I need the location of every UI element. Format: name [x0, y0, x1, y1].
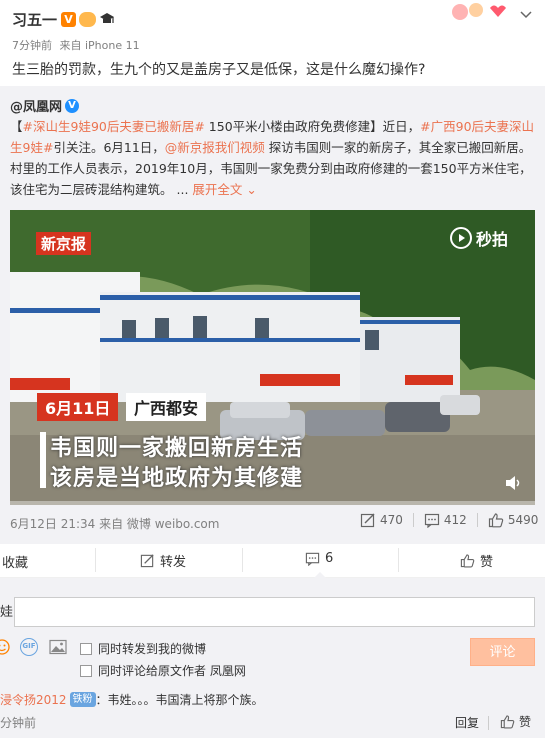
repost-comment-stat[interactable]: 412 — [424, 512, 467, 528]
repost-author-name[interactable]: @凤凰网 — [10, 96, 62, 115]
thumbs-up-icon — [460, 554, 475, 568]
repost-text-1: 150平米小楼由政府免费修建】近日， — [204, 119, 421, 134]
author-name[interactable]: 习五一 — [12, 9, 57, 30]
repost-forward-stat[interactable]: 470 — [360, 512, 403, 528]
graduation-cap-icon — [99, 12, 115, 26]
vip-icon — [79, 11, 97, 27]
option-comment-to-author[interactable]: 同时评论给原文作者 凤凰网 — [80, 662, 246, 679]
expand-full-text-link[interactable]: 展开全文 ⌄ — [192, 182, 256, 197]
forward-icon — [360, 513, 375, 528]
user-avatar-label: 娃 — [0, 605, 14, 620]
emoji-icon[interactable] — [0, 639, 10, 655]
comment-like-button[interactable]: 赞 — [500, 713, 531, 730]
comment-input[interactable] — [14, 597, 535, 627]
chevron-down-small-icon: ⌄ — [246, 182, 257, 197]
video-player[interactable]: 新京报 秒拍 6月11日 广西都安 韦国则一家搬回新房生活 该房是当地政府为其修… — [10, 210, 535, 505]
submit-comment-button[interactable]: 评论 — [470, 638, 535, 666]
place-tag: 广西都安 — [126, 393, 207, 421]
post-text: 生三胎的罚款，生九个的又是盖房子又是低保，这是什么魔幻操作? — [12, 62, 426, 78]
comment-time: 分钟前 — [0, 716, 37, 730]
thumbs-up-icon — [500, 715, 515, 729]
comment-icon — [424, 513, 440, 528]
date-tag: 6月11日 — [37, 393, 119, 421]
action-divider — [95, 548, 96, 572]
post-source: 来自 iPhone 11 — [59, 39, 140, 52]
play-circle-icon — [450, 227, 472, 249]
forward-button[interactable]: 转发 — [140, 551, 186, 570]
platform-name: 秒拍 — [476, 230, 509, 249]
video-progress-bar[interactable] — [10, 501, 535, 505]
volume-icon[interactable] — [504, 475, 522, 491]
repost-text-2: 引关注。6月11日， — [53, 140, 165, 155]
subtitle-line-2: 该房是当地政府为其修建 — [50, 466, 304, 491]
action-divider — [242, 548, 243, 572]
subtitle-line-1: 韦国则一家搬回新房生活 — [50, 436, 304, 461]
post-time[interactable]: 7分钟前 — [12, 39, 52, 52]
comment-action-divider — [488, 716, 489, 730]
ellipsis: ... — [176, 182, 189, 197]
repost-meta[interactable]: 6月12日 21:34 来自 微博 weibo.com — [10, 515, 219, 532]
comment-button[interactable]: 6 — [305, 551, 333, 566]
comment-reply-button[interactable]: 回复 — [455, 714, 479, 731]
decorative-sticker — [440, 0, 506, 24]
gif-icon[interactable]: GIF — [20, 638, 38, 656]
image-icon[interactable] — [49, 639, 67, 655]
favorite-button[interactable]: 收藏 — [2, 552, 28, 571]
option-forward-to-weibo[interactable]: 同时转发到我的微博 — [80, 640, 206, 657]
platform-logo: 秒拍 — [450, 226, 508, 250]
fan-badge: 铁粉 — [69, 692, 96, 707]
stat-divider — [476, 513, 478, 527]
mention-link[interactable]: @新京报我们视频 — [165, 140, 265, 155]
chevron-down-icon[interactable] — [518, 6, 534, 22]
watermark-logo: 新京报 — [36, 232, 92, 255]
repost-text: 【#深山生9娃90后夫妻已搬新居# 150平米小楼由政府免费修建】近日，#广西9… — [10, 119, 535, 197]
stat-divider — [412, 513, 414, 527]
repost-author[interactable]: @凤凰网 V — [10, 96, 80, 115]
comment-body: 浸令扬2012 铁粉 ：韦姓。。。韦国清上将那个族。 — [0, 691, 264, 708]
post-header: 习五一 V — [12, 8, 115, 30]
verified-badge-icon: V — [61, 11, 77, 27]
comment-text: ：韦姓。。。韦国清上将那个族。 — [95, 693, 264, 707]
action-divider — [398, 548, 399, 572]
checkbox[interactable] — [80, 642, 92, 655]
blue-verified-icon: V — [65, 98, 80, 113]
repost-like-stat[interactable]: 5490 — [488, 512, 538, 528]
subtitle-bar — [40, 432, 46, 488]
comment-username[interactable]: 浸令扬2012 — [0, 691, 67, 708]
checkbox[interactable] — [80, 664, 92, 677]
like-button[interactable]: 赞 — [460, 551, 493, 570]
hashtag-link[interactable]: #深山生9娃90后夫妻已搬新居# — [23, 119, 205, 134]
post-meta: 7分钟前 来自 iPhone 11 — [12, 37, 140, 53]
comment-icon — [305, 552, 320, 566]
forward-icon — [140, 554, 154, 568]
repost-stats: 470 412 5490 — [360, 512, 538, 528]
thumbs-up-icon — [488, 513, 504, 528]
